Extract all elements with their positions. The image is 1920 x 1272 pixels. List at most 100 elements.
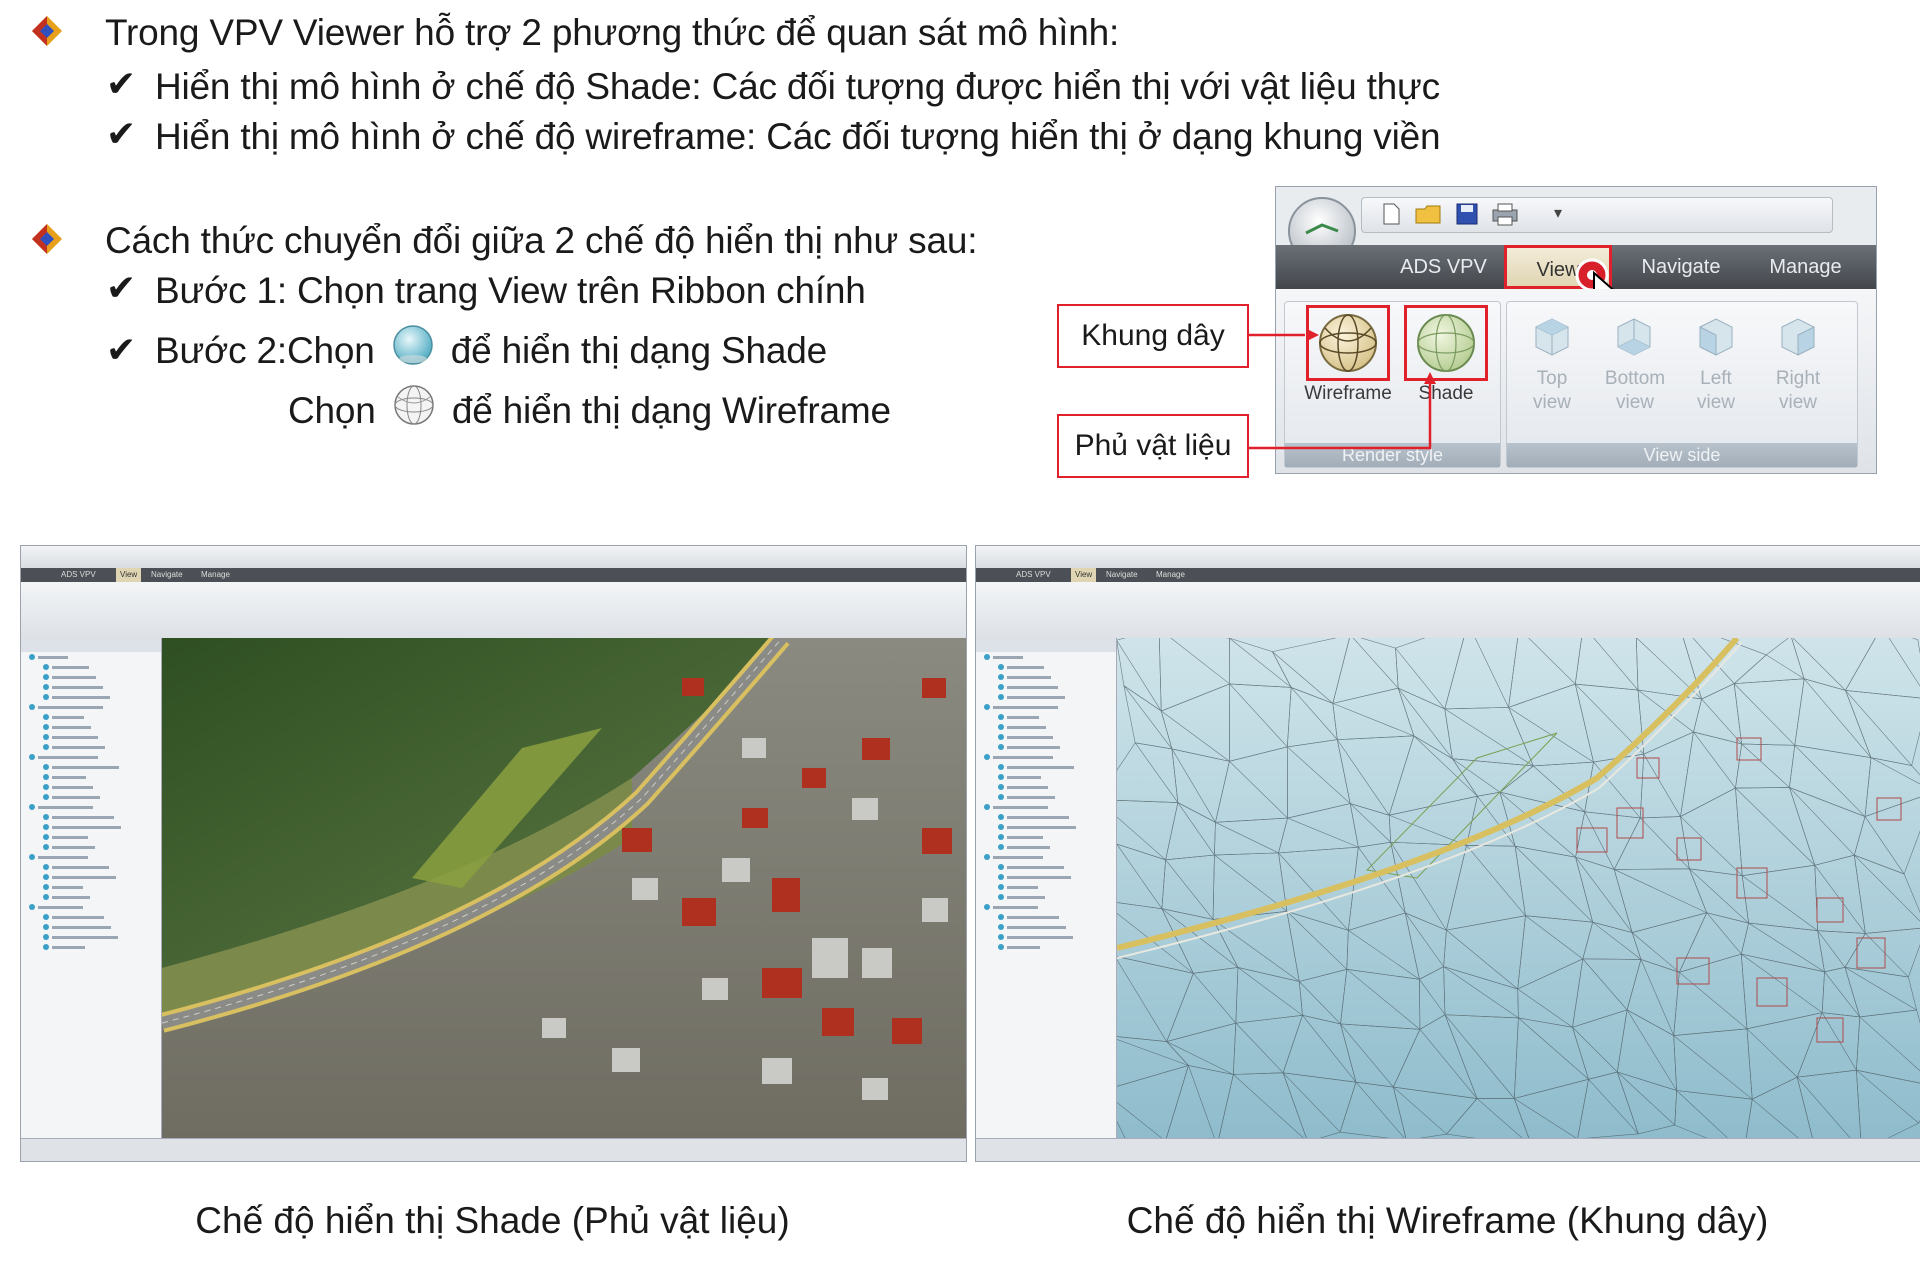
tree-row[interactable] — [998, 892, 1116, 902]
tree-row[interactable] — [43, 772, 161, 782]
tree-row[interactable] — [43, 872, 161, 882]
tree-row[interactable] — [998, 782, 1116, 792]
print-icon[interactable] — [1490, 201, 1520, 227]
tree-node-icon — [998, 794, 1004, 800]
step-2b-prefix: Chọn — [288, 390, 376, 431]
tree-row[interactable] — [43, 742, 161, 752]
tree-row[interactable] — [29, 802, 161, 812]
tree-row[interactable] — [43, 682, 161, 692]
tree-row[interactable] — [998, 682, 1116, 692]
tree-row[interactable] — [998, 762, 1116, 772]
tree-node-icon — [43, 834, 49, 840]
tree-node-icon — [43, 764, 49, 770]
tree-row[interactable] — [998, 742, 1116, 752]
panel-title — [21, 638, 161, 652]
tree-row[interactable] — [43, 832, 161, 842]
tree-row[interactable] — [984, 852, 1116, 862]
tree-row[interactable] — [998, 792, 1116, 802]
mini-tab-ads-vpv: ADS VPV — [61, 570, 96, 579]
tab-ads-vpv[interactable]: ADS VPV — [1386, 245, 1501, 289]
mini-tab-manage: Manage — [201, 570, 230, 579]
qat-dropdown-icon[interactable]: ▾ — [1554, 203, 1562, 223]
shade-sphere-icon — [392, 325, 433, 365]
tree-row[interactable] — [984, 902, 1116, 912]
tree-node-icon — [43, 914, 49, 920]
tree-row[interactable] — [43, 882, 161, 892]
save-icon[interactable] — [1454, 201, 1480, 227]
tree-row[interactable] — [984, 802, 1116, 812]
tree-row[interactable] — [998, 722, 1116, 732]
tree-label-placeholder — [52, 795, 100, 799]
tree-row[interactable] — [998, 832, 1116, 842]
tree-row[interactable] — [43, 782, 161, 792]
tree-row[interactable] — [43, 862, 161, 872]
bottom-view-icon[interactable] — [1608, 309, 1660, 361]
tree-label-placeholder — [1007, 695, 1065, 699]
tree-row[interactable] — [43, 662, 161, 672]
tree-node-icon — [29, 754, 35, 760]
tree-row[interactable] — [29, 902, 161, 912]
tree-row[interactable] — [998, 922, 1116, 932]
tree-row[interactable] — [29, 852, 161, 862]
mini-tab-navigate: Navigate — [1106, 570, 1138, 579]
tree-row[interactable] — [998, 772, 1116, 782]
left-view-icon[interactable] — [1690, 309, 1742, 361]
bullet-1-item-shade: Hiển thị mô hình ở chế độ Shade: Các đối… — [155, 66, 1440, 107]
tree-label-placeholder — [52, 675, 96, 679]
wireframe-3d-view[interactable] — [1117, 638, 1920, 1138]
tree-node-icon — [998, 744, 1004, 750]
tree-row[interactable] — [43, 732, 161, 742]
tree-row[interactable] — [43, 672, 161, 682]
shade-3d-view[interactable] — [162, 638, 966, 1138]
tree-row[interactable] — [43, 932, 161, 942]
top-view-icon[interactable] — [1526, 309, 1578, 361]
tree-row[interactable] — [43, 892, 161, 902]
mini-statusbar — [21, 1138, 966, 1161]
checkmark-icon: ✔ — [106, 64, 137, 105]
mini-tab-navigate: Navigate — [151, 570, 183, 579]
tree-row[interactable] — [43, 692, 161, 702]
right-view-icon[interactable] — [1772, 309, 1824, 361]
tab-navigate[interactable]: Navigate — [1621, 245, 1741, 289]
tree-row[interactable] — [998, 862, 1116, 872]
tree-row[interactable] — [998, 712, 1116, 722]
tree-row[interactable] — [43, 942, 161, 952]
tree-row[interactable] — [998, 732, 1116, 742]
tree-row[interactable] — [998, 672, 1116, 682]
tree-row[interactable] — [998, 812, 1116, 822]
tree-label-placeholder — [52, 825, 121, 829]
tree-row[interactable] — [43, 722, 161, 732]
tree-row[interactable] — [998, 662, 1116, 672]
tree-row[interactable] — [29, 702, 161, 712]
tree-row[interactable] — [43, 762, 161, 772]
new-file-icon[interactable] — [1378, 201, 1404, 227]
tree-node-icon — [984, 654, 990, 660]
tree-row[interactable] — [998, 842, 1116, 852]
tree-row[interactable] — [43, 712, 161, 722]
tab-manage[interactable]: Manage — [1748, 245, 1863, 289]
tree-row[interactable] — [43, 922, 161, 932]
tree-row[interactable] — [984, 702, 1116, 712]
tree-row[interactable] — [984, 652, 1116, 662]
tree-node-icon — [43, 874, 49, 880]
tree-row[interactable] — [43, 912, 161, 922]
tree-row[interactable] — [29, 652, 161, 662]
tree-row[interactable] — [43, 842, 161, 852]
tree-row[interactable] — [998, 932, 1116, 942]
tree-row[interactable] — [43, 792, 161, 802]
open-folder-icon[interactable] — [1414, 201, 1444, 227]
tree-row[interactable] — [998, 942, 1116, 952]
tree-row[interactable] — [29, 752, 161, 762]
tree-row[interactable] — [998, 692, 1116, 702]
tree-label-placeholder — [52, 765, 119, 769]
tree-row[interactable] — [998, 872, 1116, 882]
tree-node-icon — [998, 784, 1004, 790]
tree-row[interactable] — [998, 912, 1116, 922]
mini-titlebar — [976, 546, 1920, 568]
tree-row[interactable] — [43, 812, 161, 822]
tree-label-placeholder — [993, 805, 1048, 809]
tree-row[interactable] — [998, 822, 1116, 832]
tree-row[interactable] — [984, 752, 1116, 762]
tree-row[interactable] — [43, 822, 161, 832]
tree-row[interactable] — [998, 882, 1116, 892]
